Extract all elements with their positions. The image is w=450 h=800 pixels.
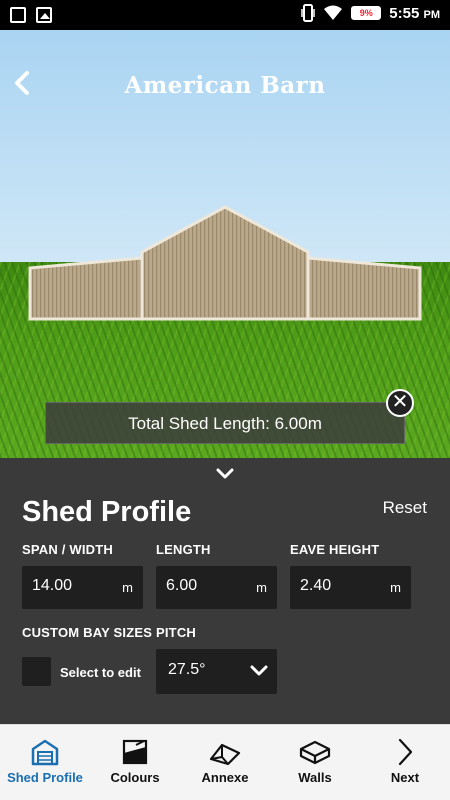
span-width-input[interactable]: 14.00 m — [22, 566, 143, 609]
pitch-value: 27.5° — [168, 661, 206, 678]
nav-shed-profile[interactable]: Shed Profile — [0, 725, 90, 800]
clock-time: 5:55 — [389, 4, 420, 22]
chevron-down-icon — [250, 665, 268, 676]
length-input[interactable]: 6.00 m — [156, 566, 277, 609]
custom-bay-checkbox[interactable] — [22, 657, 51, 686]
nav-label: Shed Profile — [7, 770, 83, 785]
walls-icon — [299, 740, 331, 765]
eave-unit: m — [390, 580, 401, 595]
nav-label: Walls — [298, 770, 332, 785]
status-right: 9% 5:55 PM — [301, 4, 440, 22]
chevron-down-icon — [216, 468, 234, 479]
close-banner-button[interactable]: ✕ — [386, 389, 414, 417]
bottom-nav: Shed Profile Colours Annexe Walls Next — [0, 724, 450, 800]
main-barn — [140, 205, 310, 321]
eave-value: 2.40 — [300, 577, 332, 594]
annexe-icon — [209, 743, 241, 766]
nav-label: Next — [390, 770, 420, 785]
length-label: LENGTH — [156, 542, 211, 557]
custom-bay-checkbox-label[interactable]: Select to edit — [60, 665, 141, 680]
notification-square-icon — [10, 7, 26, 23]
nav-label: Colours — [110, 770, 160, 785]
span-label: SPAN / WIDTH — [22, 542, 113, 557]
shed-profile-icon — [31, 739, 59, 766]
collapse-panel-button[interactable] — [212, 464, 238, 484]
custom-bay-label: CUSTOM BAY SIZES — [22, 625, 153, 640]
span-value: 14.00 — [32, 577, 73, 594]
clock: 5:55 PM — [389, 5, 440, 22]
status-bar: 9% 5:55 PM — [0, 0, 450, 30]
notification-icons — [10, 7, 52, 23]
right-annexe — [306, 256, 422, 321]
span-unit: m — [122, 580, 133, 595]
shed-profile-panel: Shed Profile Reset SPAN / WIDTH 14.00 m … — [0, 458, 450, 724]
chevron-right-icon — [398, 738, 413, 766]
length-value: 6.00 — [166, 577, 198, 594]
shed-3d-view[interactable]: American Barn Total Shed Length: 6.00m ✕ — [0, 30, 450, 458]
colours-icon — [122, 739, 148, 765]
battery-indicator: 9% — [351, 6, 382, 20]
nav-next[interactable]: Next — [360, 725, 450, 800]
nav-colours[interactable]: Colours — [90, 725, 180, 800]
clock-ampm: PM — [423, 8, 441, 21]
pitch-select[interactable]: 27.5° — [156, 649, 277, 694]
vibrate-icon — [301, 4, 316, 22]
nav-walls[interactable]: Walls — [270, 725, 360, 800]
reset-button[interactable]: Reset — [383, 498, 427, 518]
total-length-banner: Total Shed Length: 6.00m — [45, 402, 405, 444]
nav-label: Annexe — [201, 770, 249, 785]
left-annexe — [28, 256, 144, 321]
pitch-label: PITCH — [156, 625, 196, 640]
page-title: American Barn — [124, 72, 326, 99]
eave-height-label: EAVE HEIGHT — [290, 542, 380, 557]
length-unit: m — [256, 580, 267, 595]
panel-title: Shed Profile — [22, 496, 192, 528]
nav-annexe[interactable]: Annexe — [180, 725, 270, 800]
image-notification-icon — [36, 7, 52, 23]
wifi-icon — [324, 5, 343, 20]
close-icon: ✕ — [391, 391, 409, 413]
eave-height-input[interactable]: 2.40 m — [290, 566, 411, 609]
